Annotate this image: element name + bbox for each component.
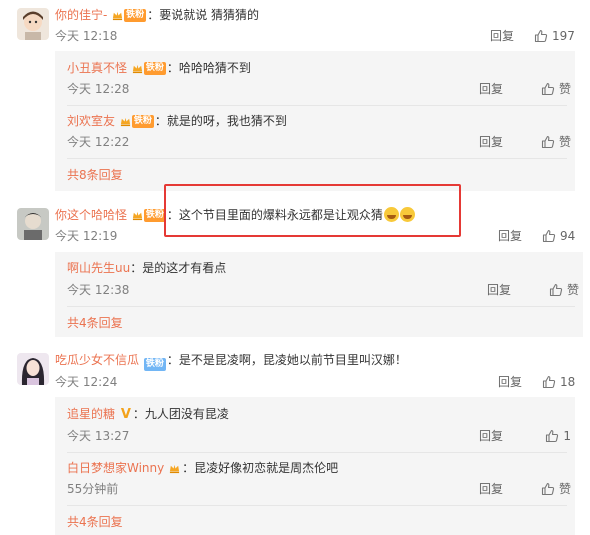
- like-button[interactable]: 赞: [541, 81, 571, 97]
- reply-item: 刘欢室友 铁粉 ：就是的呀，我也猜不到 今天 12:22 回复 赞: [67, 114, 571, 150]
- highlight-box: [164, 184, 461, 237]
- like-count: 赞: [558, 482, 571, 496]
- avatar[interactable]: [17, 353, 49, 385]
- reply-button[interactable]: 回复: [479, 481, 503, 497]
- divider: [67, 505, 567, 506]
- like-count: 18: [560, 375, 576, 389]
- divider: [67, 105, 567, 106]
- timestamp: 今天 12:38: [67, 283, 130, 297]
- fan-badge: 铁粉: [132, 62, 166, 75]
- crown-icon: [132, 64, 142, 74]
- view-more-replies-link[interactable]: 共8条回复: [67, 167, 123, 183]
- reply-button[interactable]: 回复: [479, 81, 503, 97]
- crown-icon: [113, 11, 123, 21]
- like-button[interactable]: 18: [542, 374, 575, 390]
- like-button[interactable]: 赞: [541, 481, 571, 497]
- thumbs-up-icon: [549, 283, 563, 297]
- crown-icon: [169, 464, 180, 474]
- avatar[interactable]: [17, 8, 49, 40]
- fan-badge: 铁粉: [132, 209, 166, 222]
- avatar[interactable]: [17, 208, 49, 240]
- username-link[interactable]: 你这个哈哈怪: [55, 208, 127, 222]
- reply-button[interactable]: 回复: [479, 134, 503, 150]
- username-link[interactable]: 小丑真不怪: [67, 61, 127, 75]
- divider: [67, 452, 567, 453]
- reply-body: 是的这才有看点: [142, 261, 227, 275]
- reply-list: 追星的糖 V ：九人团没有昆凌 今天 13:27 回复 1 白日梦想家Winny …: [55, 397, 575, 535]
- crown-icon: [120, 117, 130, 127]
- like-count: 赞: [566, 283, 579, 297]
- divider: [67, 158, 567, 159]
- thumbs-up-icon: [541, 135, 555, 149]
- view-more-replies-link[interactable]: 共4条回复: [67, 315, 123, 331]
- timestamp: 55分钟前: [67, 482, 119, 496]
- like-button[interactable]: 赞: [541, 134, 571, 150]
- username-link[interactable]: 刘欢室友: [67, 114, 115, 128]
- divider: [67, 306, 575, 307]
- fan-badge: 铁粉: [112, 9, 147, 22]
- timestamp: 今天 13:27: [67, 429, 130, 443]
- reply-button[interactable]: 回复: [490, 28, 514, 44]
- thumbs-up-icon: [542, 229, 556, 243]
- timestamp: 今天 12:18: [55, 29, 118, 43]
- username-link[interactable]: 啊山先生uu: [67, 261, 130, 275]
- like-count: 94: [560, 229, 576, 243]
- reply-body: 就是的呀，我也猜不到: [166, 114, 287, 128]
- reply-body: 九人团没有昆凌: [144, 407, 229, 421]
- comment-text: 你的佳宁- 铁粉 ：要说就说 猜猜猜的: [55, 8, 260, 22]
- reply-button[interactable]: 回复: [479, 428, 503, 444]
- like-count: 1: [563, 429, 571, 443]
- reply-item: 小丑真不怪 铁粉 ：哈哈哈猜不到 今天 12:28 回复 赞: [67, 61, 571, 97]
- reply-item: 啊山先生uu：是的这才有看点 今天 12:38 回复 赞: [67, 261, 579, 298]
- username-link[interactable]: 你的佳宁-: [55, 8, 107, 22]
- timestamp: 今天 12:24: [55, 375, 118, 389]
- like-button[interactable]: 197: [534, 28, 575, 44]
- thumbs-up-icon: [534, 29, 548, 43]
- like-button[interactable]: 94: [542, 228, 575, 244]
- crown-badge: [169, 462, 181, 475]
- thumbs-up-icon: [542, 375, 556, 389]
- reply-item: 追星的糖 V ：九人团没有昆凌 今天 13:27 回复 1: [67, 407, 571, 444]
- username-link[interactable]: 追星的糖: [67, 407, 115, 421]
- fan-badge: 铁粉: [143, 358, 166, 371]
- like-count: 赞: [558, 82, 571, 96]
- comment-text: 吃瓜少女不信瓜 铁粉 ：是不是昆凌啊，昆凌她以前节目里叫汉娜！: [55, 353, 407, 371]
- thumbs-up-icon: [546, 429, 559, 443]
- reply-list: 小丑真不怪 铁粉 ：哈哈哈猜不到 今天 12:28 回复 赞 刘欢室友 铁粉 ：就是…: [55, 51, 575, 191]
- reply-button[interactable]: 回复: [498, 374, 522, 390]
- timestamp: 今天 12:19: [55, 229, 118, 243]
- timestamp: 今天 12:28: [67, 82, 130, 96]
- reply-item: 白日梦想家Winny ：昆凌好像初恋就是周杰伦吧 55分钟前 回复 赞: [67, 461, 571, 497]
- thumbs-up-icon: [541, 482, 555, 496]
- like-button[interactable]: 1: [545, 428, 571, 444]
- username-link[interactable]: 白日梦想家Winny: [67, 461, 164, 475]
- comment-body: 是不是昆凌啊，昆凌她以前节目里叫汉娜！: [178, 353, 407, 367]
- reply-body: 哈哈哈猜不到: [178, 61, 251, 75]
- reply-button[interactable]: 回复: [487, 282, 511, 298]
- username-link[interactable]: 吃瓜少女不信瓜: [55, 353, 139, 367]
- fan-badge: 铁粉: [120, 115, 154, 128]
- thumbs-up-icon: [541, 82, 555, 96]
- comment-body: 要说就说 猜猜猜的: [159, 8, 260, 22]
- timestamp: 今天 12:22: [67, 135, 130, 149]
- reply-list: 啊山先生uu：是的这才有看点 今天 12:38 回复 赞 共4条回复: [55, 252, 583, 337]
- verified-v-icon: V: [120, 407, 131, 422]
- like-button[interactable]: 赞: [549, 282, 579, 298]
- like-count: 赞: [558, 135, 571, 149]
- reply-button[interactable]: 回复: [498, 228, 522, 244]
- reply-body: 昆凌好像初恋就是周杰伦吧: [194, 461, 339, 475]
- crown-icon: [132, 211, 142, 221]
- view-more-replies-link[interactable]: 共4条回复: [67, 514, 123, 530]
- like-count: 197: [552, 29, 575, 43]
